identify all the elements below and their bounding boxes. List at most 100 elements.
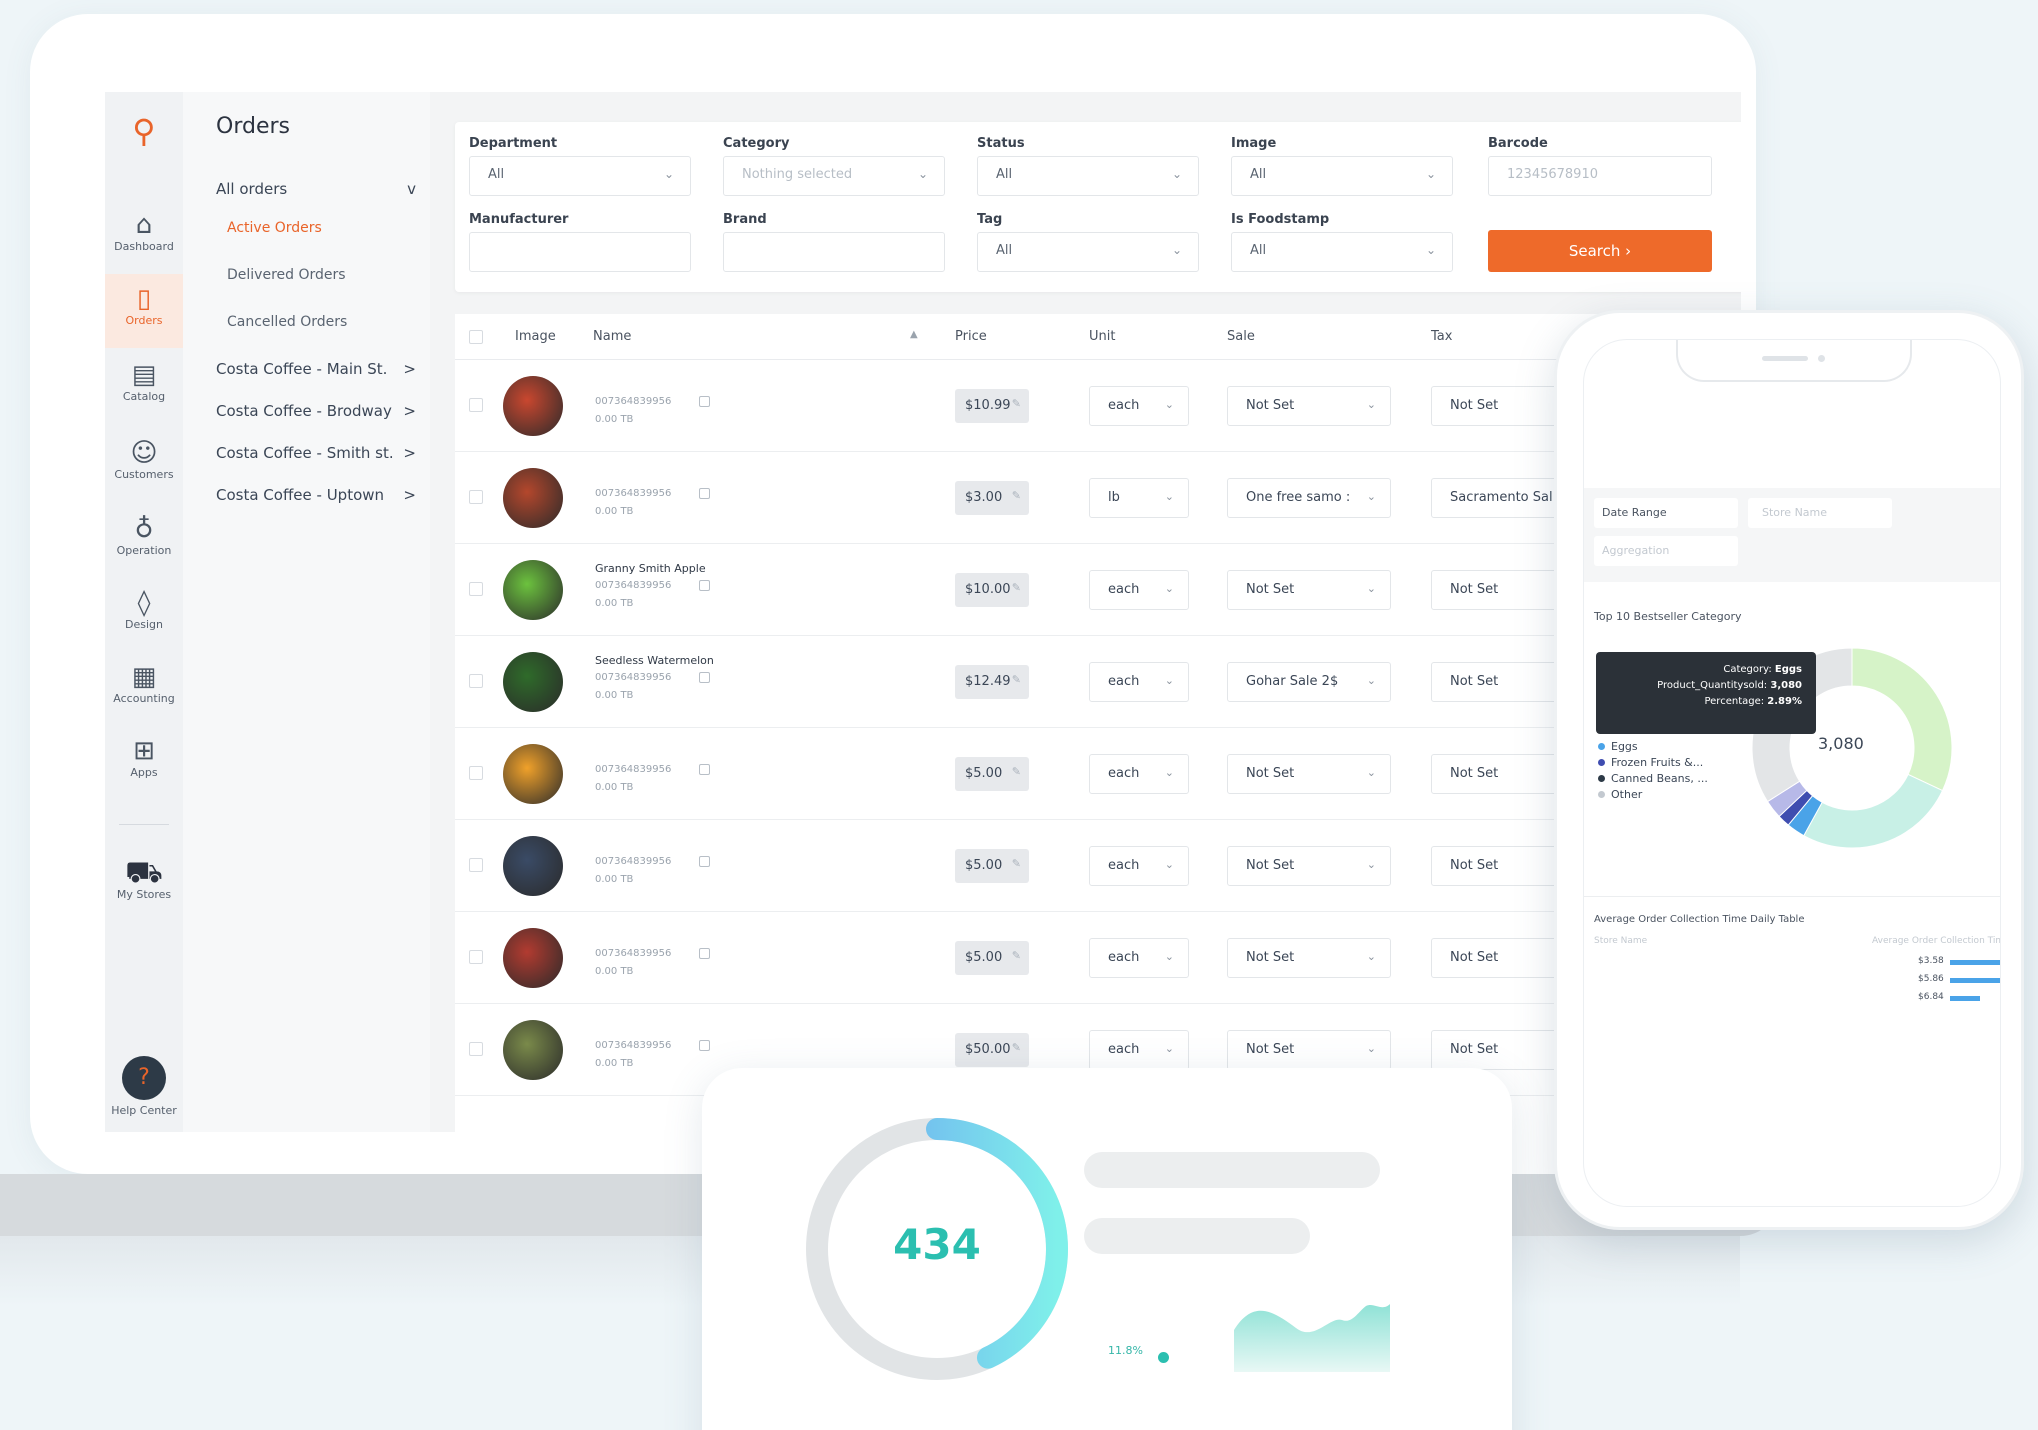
select-value: All xyxy=(996,243,1013,258)
unit-select[interactable]: each ⌄ xyxy=(1089,386,1189,426)
sidebar-all-orders[interactable]: All orders v xyxy=(216,180,416,198)
edit-icon[interactable]: ✎ xyxy=(1012,397,1021,410)
nav-customers[interactable]: ☺ Customers xyxy=(105,438,183,502)
price-field[interactable]: $5.00 ✎ xyxy=(955,757,1029,791)
row-checkbox[interactable] xyxy=(469,582,483,596)
sidebar-store-smith[interactable]: Costa Coffee - Smith st. > xyxy=(216,444,416,462)
row-checkbox[interactable] xyxy=(469,950,483,964)
nav-dashboard[interactable]: ⌂ Dashboard xyxy=(105,210,183,274)
copy-icon[interactable] xyxy=(699,672,710,683)
unit-select[interactable]: each ⌄ xyxy=(1089,570,1189,610)
row-checkbox[interactable] xyxy=(469,674,483,688)
date-range-select[interactable]: Date Range xyxy=(1594,498,1738,528)
header-tax[interactable]: Tax xyxy=(1431,329,1452,344)
price-field[interactable]: $3.00 ✎ xyxy=(955,481,1029,515)
brand-input[interactable] xyxy=(723,232,945,272)
table-row[interactable]: 007364839956 0.00 TB $5.00 ✎ each ⌄ Not Set ⌄ No… xyxy=(455,820,1741,912)
legend-item[interactable]: Canned Beans, ... xyxy=(1598,772,1708,785)
nav-design[interactable]: ◊ Design xyxy=(105,588,183,652)
sidebar-item-cancelled-orders[interactable]: Cancelled Orders xyxy=(227,314,347,330)
sidebar-item-active-orders[interactable]: Active Orders xyxy=(227,220,322,236)
unit-select[interactable]: each ⌄ xyxy=(1089,662,1189,702)
table-row[interactable]: Seedless Watermelon 007364839956 0.00 TB $1… xyxy=(455,636,1741,728)
sale-select[interactable]: Not Set ⌄ xyxy=(1227,1030,1391,1070)
sort-icon[interactable]: ▲ xyxy=(910,329,918,340)
edit-icon[interactable]: ✎ xyxy=(1012,673,1021,686)
price-field[interactable]: $12.49 ✎ xyxy=(955,665,1029,699)
donut-slice[interactable] xyxy=(1803,773,1944,849)
sale-select[interactable]: Not Set ⌄ xyxy=(1227,846,1391,886)
select-all-checkbox[interactable] xyxy=(469,330,483,344)
nav-orders[interactable]: ▯ Orders xyxy=(105,274,183,348)
copy-icon[interactable] xyxy=(699,1040,710,1051)
barcode-input[interactable]: 12345678910 xyxy=(1488,156,1712,196)
image-select[interactable]: All ⌄ xyxy=(1231,156,1453,196)
edit-icon[interactable]: ✎ xyxy=(1012,949,1021,962)
sale-select[interactable]: Not Set ⌄ xyxy=(1227,938,1391,978)
edit-icon[interactable]: ✎ xyxy=(1012,489,1021,502)
legend-item[interactable]: Other xyxy=(1598,788,1642,801)
department-select[interactable]: All ⌄ xyxy=(469,156,691,196)
row-checkbox[interactable] xyxy=(469,766,483,780)
legend-item[interactable]: Eggs xyxy=(1598,740,1638,753)
table-row[interactable]: 007364839956 0.00 TB $5.00 ✎ each ⌄ Not Set ⌄ No… xyxy=(455,728,1741,820)
row-checkbox[interactable] xyxy=(469,1042,483,1056)
header-unit[interactable]: Unit xyxy=(1089,329,1115,344)
row-checkbox[interactable] xyxy=(469,398,483,412)
status-select[interactable]: All ⌄ xyxy=(977,156,1199,196)
price-field[interactable]: $10.00 ✎ xyxy=(955,573,1029,607)
table-row[interactable]: Granny Smith Apple 007364839956 0.00 TB $10… xyxy=(455,544,1741,636)
donut-slice[interactable] xyxy=(1851,647,1953,792)
sale-select[interactable]: Not Set ⌄ xyxy=(1227,386,1391,426)
sale-select[interactable]: Not Set ⌄ xyxy=(1227,754,1391,794)
header-name[interactable]: Name xyxy=(593,329,631,344)
nav-apps[interactable]: ⊞ Apps xyxy=(105,736,183,800)
price-field[interactable]: $5.00 ✎ xyxy=(955,941,1029,975)
copy-icon[interactable] xyxy=(699,856,710,867)
unit-select[interactable]: each ⌄ xyxy=(1089,846,1189,886)
row-checkbox[interactable] xyxy=(469,858,483,872)
sale-select[interactable]: Not Set ⌄ xyxy=(1227,570,1391,610)
nav-help-center[interactable]: ? Help Center xyxy=(105,1056,183,1126)
header-sale[interactable]: Sale xyxy=(1227,329,1255,344)
edit-icon[interactable]: ✎ xyxy=(1012,581,1021,594)
sidebar-store-uptown[interactable]: Costa Coffee - Uptown > xyxy=(216,486,416,504)
copy-icon[interactable] xyxy=(699,580,710,591)
edit-icon[interactable]: ✎ xyxy=(1012,1041,1021,1054)
sidebar-store-brodway[interactable]: Costa Coffee - Brodway > xyxy=(216,402,416,420)
nav-accounting[interactable]: ▦ Accounting xyxy=(105,662,183,726)
copy-icon[interactable] xyxy=(699,948,710,959)
edit-icon[interactable]: ✎ xyxy=(1012,765,1021,778)
copy-icon[interactable] xyxy=(699,488,710,499)
nav-catalog[interactable]: ▤ Catalog xyxy=(105,360,183,424)
edit-icon[interactable]: ✎ xyxy=(1012,857,1021,870)
sidebar-item-delivered-orders[interactable]: Delivered Orders xyxy=(227,267,346,283)
nav-operation[interactable]: ♁ Operation xyxy=(105,514,183,578)
sidebar-store-main[interactable]: Costa Coffee - Main St. > xyxy=(216,360,416,378)
table-row[interactable]: 007364839956 0.00 TB $10.99 ✎ each ⌄ Not Set ⌄ N… xyxy=(455,360,1741,452)
aggregation-select[interactable]: Aggregation xyxy=(1594,536,1738,566)
nav-my-stores[interactable]: ⛟ My Stores xyxy=(105,858,183,922)
unit-select[interactable]: each ⌄ xyxy=(1089,754,1189,794)
foodstamp-select[interactable]: All ⌄ xyxy=(1231,232,1453,272)
unit-select[interactable]: each ⌄ xyxy=(1089,938,1189,978)
price-field[interactable]: $5.00 ✎ xyxy=(955,849,1029,883)
copy-icon[interactable] xyxy=(699,764,710,775)
store-name-select[interactable]: Store Name xyxy=(1748,498,1892,528)
search-button[interactable]: Search › xyxy=(1488,230,1712,272)
category-select[interactable]: Nothing selected ⌄ xyxy=(723,156,945,196)
manufacturer-input[interactable] xyxy=(469,232,691,272)
unit-select[interactable]: each ⌄ xyxy=(1089,1030,1189,1070)
table-row[interactable]: 007364839956 0.00 TB $3.00 ✎ lb ⌄ One free sam… xyxy=(455,452,1741,544)
legend-item[interactable]: Frozen Fruits &... xyxy=(1598,756,1703,769)
price-field[interactable]: $10.99 ✎ xyxy=(955,389,1029,423)
row-checkbox[interactable] xyxy=(469,490,483,504)
tag-select[interactable]: All ⌄ xyxy=(977,232,1199,272)
unit-select[interactable]: lb ⌄ xyxy=(1089,478,1189,518)
copy-icon[interactable] xyxy=(699,396,710,407)
sale-select[interactable]: One free samo : ⌄ xyxy=(1227,478,1391,518)
price-field[interactable]: $50.00 ✎ xyxy=(955,1033,1029,1067)
table-row[interactable]: 007364839956 0.00 TB $5.00 ✎ each ⌄ Not Set ⌄ No… xyxy=(455,912,1741,1004)
sale-select[interactable]: Gohar Sale 2$ ⌄ xyxy=(1227,662,1391,702)
header-price[interactable]: Price xyxy=(955,329,987,344)
